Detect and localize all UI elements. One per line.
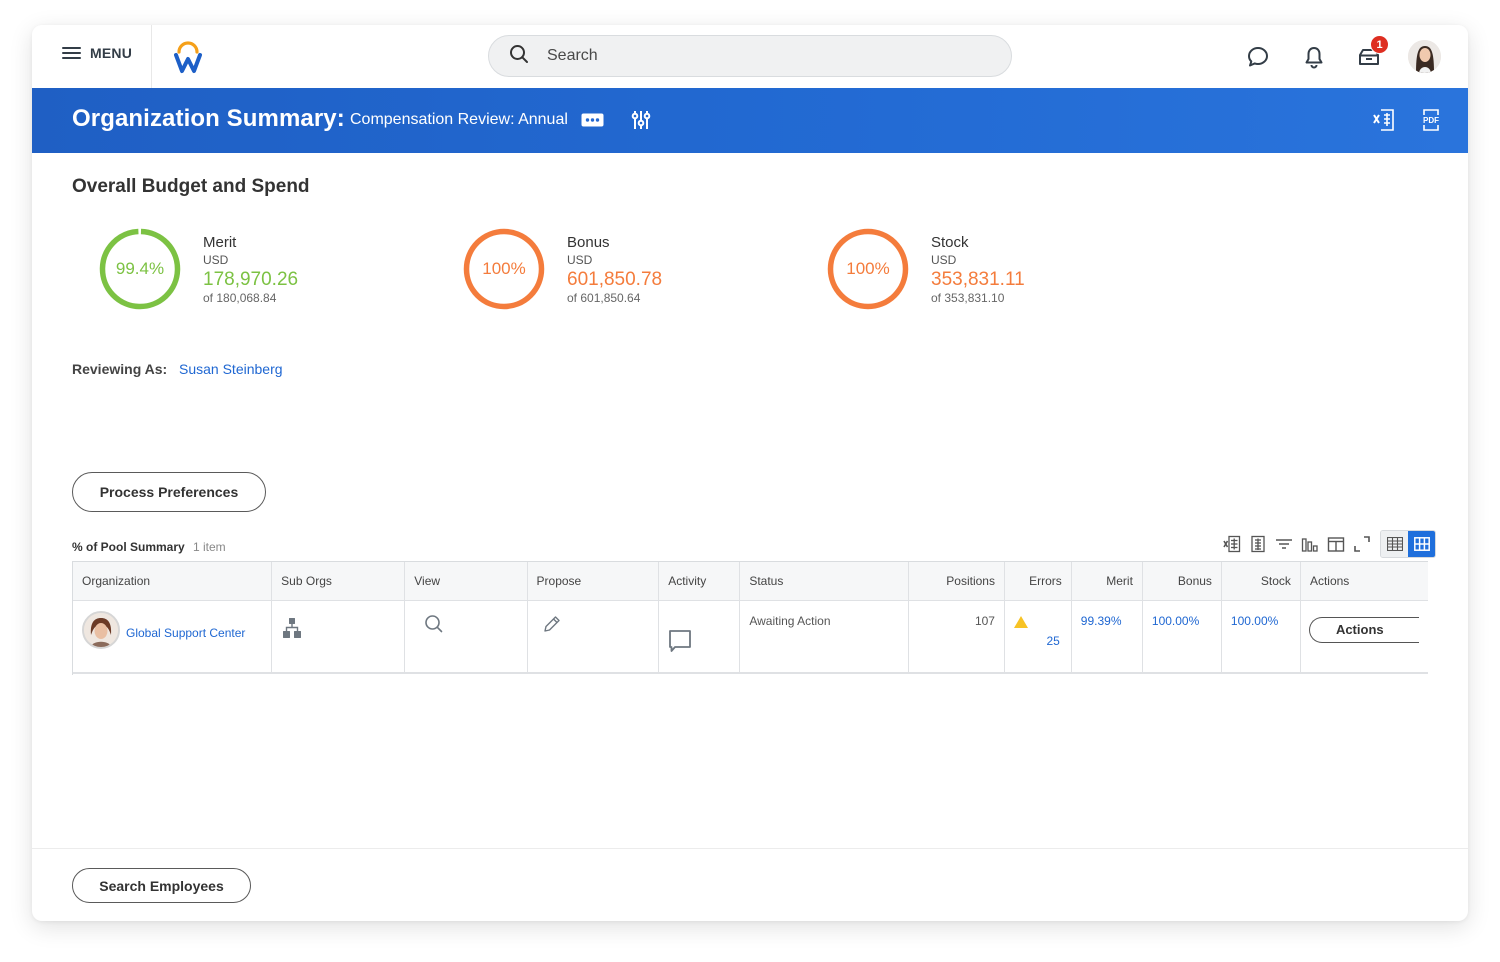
more-icon[interactable] xyxy=(580,112,604,128)
errors-count-link[interactable]: 25 xyxy=(1046,634,1059,648)
bonus-percent: 100% xyxy=(482,259,526,278)
stock-budget: of 353,831.10 xyxy=(931,291,1005,305)
reviewing-as-label: Reviewing As: xyxy=(72,361,168,377)
column-header[interactable]: Propose xyxy=(527,562,660,601)
nav-divider xyxy=(151,25,152,88)
warning-icon xyxy=(1013,615,1028,631)
org-chart-icon[interactable] xyxy=(281,617,303,642)
column-header[interactable]: View xyxy=(404,562,528,601)
bonus-currency: USD xyxy=(567,253,593,267)
reviewing-as-link[interactable]: Susan Steinberg xyxy=(179,361,283,377)
merit-percent-link[interactable]: 99.39% xyxy=(1071,600,1143,674)
print-icon[interactable] xyxy=(1248,534,1268,554)
organization-link[interactable]: Global Support Center xyxy=(126,626,245,640)
pool-summary-grid: Organization Sub Orgs View Propose Activ… xyxy=(72,561,1428,675)
table-row: Global Support Center Awaiting Action 10… xyxy=(73,600,1428,674)
stock-percent-link[interactable]: 100.00% xyxy=(1221,600,1301,674)
pool-summary-table: Organization Sub Orgs View Propose Activ… xyxy=(73,562,1428,674)
workday-logo[interactable] xyxy=(172,38,204,74)
export-excel-icon[interactable] xyxy=(1222,534,1242,554)
page-title: Organization Summary: xyxy=(72,105,345,132)
chart-icon[interactable] xyxy=(1300,534,1320,554)
organization-cell: Global Support Center xyxy=(73,600,273,674)
merit-name: Merit xyxy=(203,234,237,251)
hamburger-icon xyxy=(62,46,81,60)
status-cell: Awaiting Action xyxy=(739,600,910,674)
positions-cell: 107 xyxy=(908,600,1005,674)
table-view-icon[interactable] xyxy=(1381,531,1408,557)
bonus-spent: 601,850.78 xyxy=(567,269,663,290)
menu-button[interactable]: MENU xyxy=(62,45,132,61)
grid-view-icon[interactable] xyxy=(1408,531,1435,557)
view-toggle xyxy=(1380,530,1436,558)
grid-item-count: 1 item xyxy=(193,540,226,554)
export-excel-icon[interactable] xyxy=(1372,108,1396,132)
page-subtitle: Compensation Review: Annual xyxy=(350,111,568,128)
filter-sliders-icon[interactable] xyxy=(630,108,652,132)
grid-title: % of Pool Summary xyxy=(72,540,185,554)
column-header[interactable]: Errors xyxy=(1004,562,1072,601)
propose-cell xyxy=(527,600,660,674)
merit-budget: of 180,068.84 xyxy=(203,291,277,305)
column-header[interactable]: Sub Orgs xyxy=(271,562,406,601)
column-header[interactable]: Status xyxy=(739,562,910,601)
columns-icon[interactable] xyxy=(1326,534,1346,554)
filter-icon[interactable] xyxy=(1274,534,1294,554)
main-card: MENU 1 xyxy=(32,25,1468,921)
column-header[interactable]: Organization xyxy=(73,562,273,601)
chat-icon[interactable] xyxy=(1245,44,1271,70)
merit-percent: 99.4% xyxy=(115,259,165,278)
view-magnifier-icon[interactable] xyxy=(424,614,444,637)
column-header[interactable]: Activity xyxy=(658,562,741,601)
search-field[interactable] xyxy=(488,35,1012,77)
top-nav: MENU 1 xyxy=(32,25,1468,88)
actions-button[interactable]: Actions xyxy=(1308,616,1419,643)
bonus-budget: of 601,850.64 xyxy=(567,291,641,305)
process-preferences-button[interactable]: Process Preferences xyxy=(72,472,266,512)
column-header[interactable]: Actions xyxy=(1300,562,1428,601)
svg-text:PDF: PDF xyxy=(1423,116,1439,125)
stock-currency: USD xyxy=(931,253,957,267)
notification-badge: 1 xyxy=(1370,35,1389,54)
actions-cell: Actions xyxy=(1300,600,1428,674)
stock-name: Stock xyxy=(931,234,969,251)
footer-divider xyxy=(32,848,1468,849)
bell-icon[interactable] xyxy=(1301,44,1327,70)
search-icon xyxy=(509,44,529,69)
search-input[interactable] xyxy=(547,47,987,65)
grid-toolbar xyxy=(1222,530,1436,558)
view-cell xyxy=(404,600,528,674)
column-header[interactable]: Positions xyxy=(908,562,1005,601)
org-manager-avatar xyxy=(82,610,120,649)
search-employees-button[interactable]: Search Employees xyxy=(72,868,251,903)
menu-label: MENU xyxy=(90,45,133,61)
avatar[interactable] xyxy=(1408,40,1441,73)
section-title: Overall Budget and Spend xyxy=(72,176,310,197)
errors-cell: 25 xyxy=(1004,600,1072,674)
activity-comment-icon[interactable] xyxy=(668,629,692,656)
stock-percent: 100% xyxy=(846,259,890,278)
merit-currency: USD xyxy=(203,253,229,267)
export-pdf-icon[interactable]: PDF xyxy=(1419,108,1443,132)
merit-spent: 178,970.26 xyxy=(203,269,299,290)
bonus-name: Bonus xyxy=(567,234,610,251)
fullscreen-icon[interactable] xyxy=(1352,534,1372,554)
activity-cell xyxy=(658,600,741,674)
stock-spent: 353,831.11 xyxy=(931,269,1025,290)
bonus-percent-link[interactable]: 100.00% xyxy=(1142,600,1222,674)
table-header-row: Organization Sub Orgs View Propose Activ… xyxy=(73,562,1428,601)
sub-orgs-cell xyxy=(271,600,406,674)
propose-pencil-icon[interactable] xyxy=(542,614,562,637)
column-header[interactable]: Bonus xyxy=(1142,562,1222,601)
column-header[interactable]: Merit xyxy=(1071,562,1143,601)
column-header[interactable]: Stock xyxy=(1221,562,1301,601)
page-header: Organization Summary: Compensation Revie… xyxy=(32,88,1468,153)
